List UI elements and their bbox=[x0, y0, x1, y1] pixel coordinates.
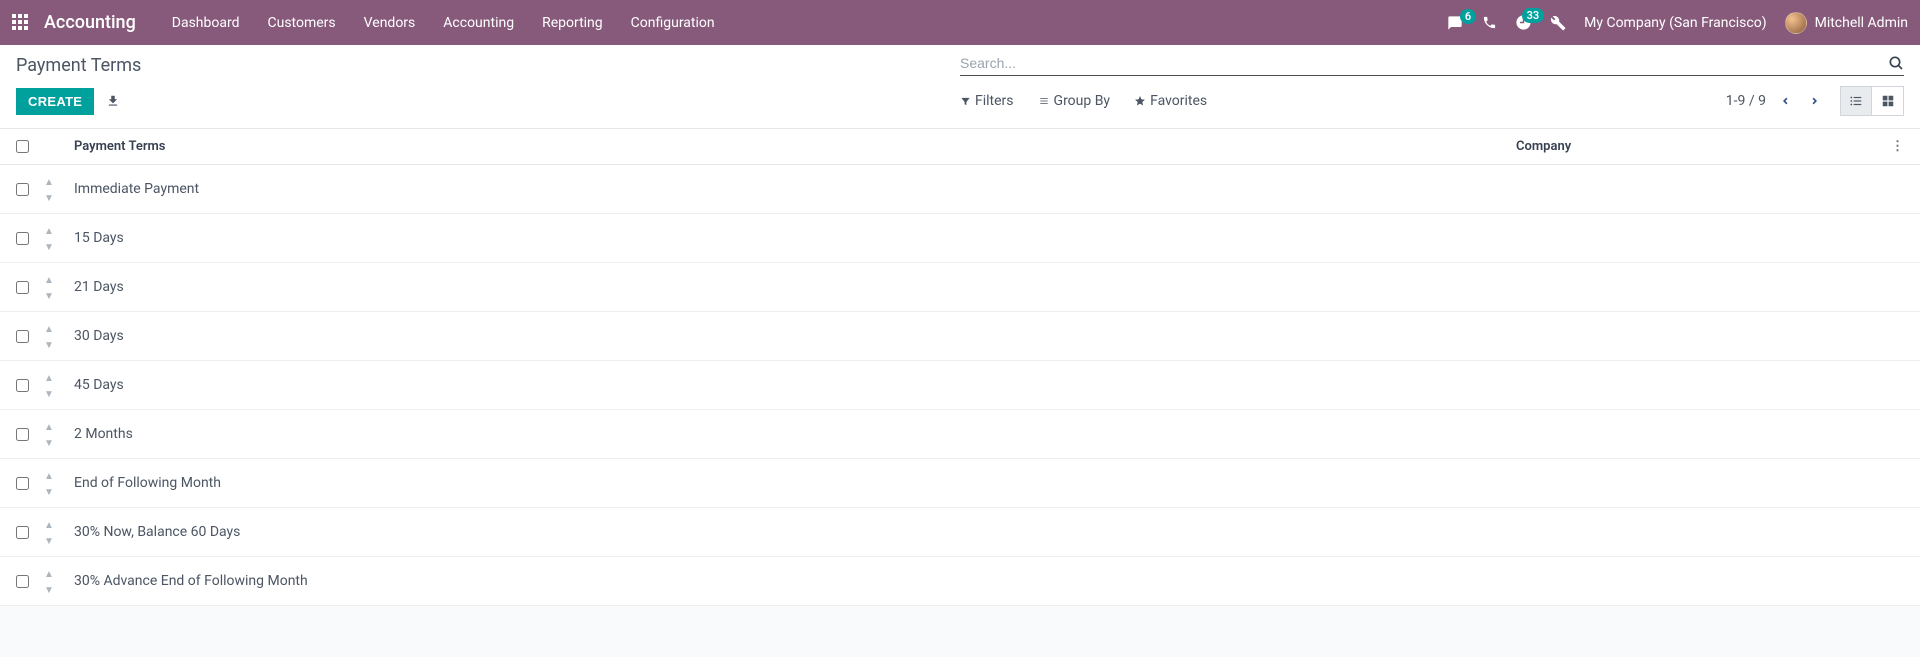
nav-accounting[interactable]: Accounting bbox=[443, 15, 514, 31]
messages-icon[interactable]: 6 bbox=[1446, 15, 1464, 31]
drag-handle-icon[interactable]: ▲▼ bbox=[44, 177, 54, 204]
drag-handle-icon[interactable]: ▲▼ bbox=[44, 471, 54, 498]
table-row[interactable]: ▲▼ 15 Days bbox=[0, 214, 1920, 263]
search-icon[interactable] bbox=[1888, 55, 1904, 71]
drag-handle-icon[interactable]: ▲▼ bbox=[44, 324, 54, 351]
nav-customers[interactable]: Customers bbox=[268, 15, 336, 31]
company-selector[interactable]: My Company (San Francisco) bbox=[1584, 15, 1766, 31]
table-row[interactable]: ▲▼ Immediate Payment bbox=[0, 165, 1920, 214]
drag-handle-icon[interactable]: ▲▼ bbox=[44, 422, 54, 449]
pager-prev[interactable] bbox=[1776, 94, 1795, 108]
list-view-button[interactable] bbox=[1840, 86, 1872, 116]
nav-vendors[interactable]: Vendors bbox=[364, 15, 416, 31]
table-row[interactable]: ▲▼ 30% Now, Balance 60 Days bbox=[0, 508, 1920, 557]
nav-reporting[interactable]: Reporting bbox=[542, 15, 603, 31]
activities-icon[interactable]: 33 bbox=[1515, 14, 1532, 31]
drag-handle-icon[interactable]: ▲▼ bbox=[44, 226, 54, 253]
top-nav: Accounting Dashboard Customers Vendors A… bbox=[0, 0, 1920, 45]
messages-badge: 6 bbox=[1460, 9, 1476, 24]
column-header-company[interactable]: Company bbox=[1516, 139, 1876, 154]
table-row[interactable]: ▲▼ 30 Days bbox=[0, 312, 1920, 361]
search-input[interactable] bbox=[960, 55, 1888, 71]
avatar bbox=[1785, 12, 1807, 34]
create-button[interactable]: CREATE bbox=[16, 88, 94, 115]
user-name: Mitchell Admin bbox=[1815, 15, 1908, 31]
list-view: Payment Terms Company ⋮ ▲▼ Immediate Paym… bbox=[0, 129, 1920, 606]
row-checkbox[interactable] bbox=[16, 477, 29, 490]
nav-configuration[interactable]: Configuration bbox=[631, 15, 715, 31]
debug-icon[interactable] bbox=[1550, 15, 1566, 31]
row-checkbox[interactable] bbox=[16, 575, 29, 588]
drag-handle-icon[interactable]: ▲▼ bbox=[44, 520, 54, 547]
row-name: 21 Days bbox=[74, 279, 1516, 295]
drag-handle-icon[interactable]: ▲▼ bbox=[44, 275, 54, 302]
filters-button[interactable]: Filters bbox=[960, 93, 1014, 109]
row-name: End of Following Month bbox=[74, 475, 1516, 491]
control-panel: Payment Terms CREATE Filters Group By bbox=[0, 45, 1920, 129]
row-name: Immediate Payment bbox=[74, 181, 1516, 197]
breadcrumb: Payment Terms bbox=[16, 55, 960, 76]
user-menu[interactable]: Mitchell Admin bbox=[1785, 12, 1908, 34]
apps-icon[interactable] bbox=[12, 14, 30, 32]
row-name: 30 Days bbox=[74, 328, 1516, 344]
nav-dashboard[interactable]: Dashboard bbox=[172, 15, 240, 31]
pager: 1-9 / 9 bbox=[1726, 93, 1824, 109]
search-options: Filters Group By Favorites bbox=[960, 93, 1207, 109]
row-name: 15 Days bbox=[74, 230, 1516, 246]
phone-icon[interactable] bbox=[1482, 15, 1497, 30]
select-all-checkbox[interactable] bbox=[16, 140, 29, 153]
row-checkbox[interactable] bbox=[16, 281, 29, 294]
kanban-view-button[interactable] bbox=[1872, 86, 1904, 116]
drag-handle-icon[interactable]: ▲▼ bbox=[44, 569, 54, 596]
row-name: 30% Now, Balance 60 Days bbox=[74, 524, 1516, 540]
favorites-button[interactable]: Favorites bbox=[1134, 93, 1207, 109]
search-bar[interactable] bbox=[960, 55, 1904, 76]
table-row[interactable]: ▲▼ 45 Days bbox=[0, 361, 1920, 410]
column-header-name[interactable]: Payment Terms bbox=[74, 139, 1516, 154]
row-checkbox[interactable] bbox=[16, 183, 29, 196]
row-checkbox[interactable] bbox=[16, 526, 29, 539]
pager-next[interactable] bbox=[1805, 94, 1824, 108]
row-checkbox[interactable] bbox=[16, 232, 29, 245]
main-menu: Dashboard Customers Vendors Accounting R… bbox=[172, 15, 715, 31]
view-switcher bbox=[1840, 86, 1904, 116]
row-name: 30% Advance End of Following Month bbox=[74, 573, 1516, 589]
row-name: 45 Days bbox=[74, 377, 1516, 393]
drag-handle-icon[interactable]: ▲▼ bbox=[44, 373, 54, 400]
row-name: 2 Months bbox=[74, 426, 1516, 442]
table-row[interactable]: ▲▼ 21 Days bbox=[0, 263, 1920, 312]
row-checkbox[interactable] bbox=[16, 428, 29, 441]
column-options-icon[interactable]: ⋮ bbox=[1876, 139, 1904, 154]
pager-range[interactable]: 1-9 / 9 bbox=[1726, 93, 1766, 109]
app-brand[interactable]: Accounting bbox=[44, 12, 136, 33]
import-icon[interactable] bbox=[106, 94, 120, 108]
table-row[interactable]: ▲▼ 30% Advance End of Following Month bbox=[0, 557, 1920, 606]
activities-badge: 33 bbox=[1522, 8, 1545, 23]
table-row[interactable]: ▲▼ 2 Months bbox=[0, 410, 1920, 459]
row-checkbox[interactable] bbox=[16, 379, 29, 392]
row-checkbox[interactable] bbox=[16, 330, 29, 343]
table-row[interactable]: ▲▼ End of Following Month bbox=[0, 459, 1920, 508]
list-header: Payment Terms Company ⋮ bbox=[0, 129, 1920, 165]
groupby-button[interactable]: Group By bbox=[1038, 93, 1111, 109]
